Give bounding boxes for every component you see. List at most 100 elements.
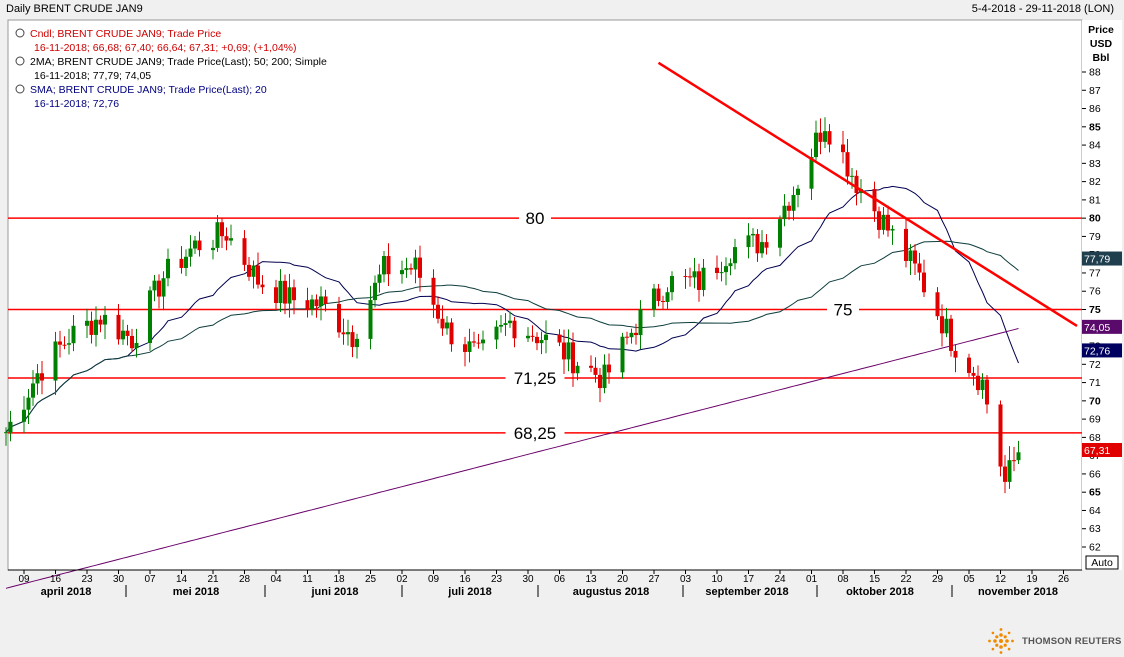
last-value-text: 74,05 (1084, 322, 1110, 334)
x-tick-label: 28 (239, 574, 251, 585)
candle-body (188, 248, 193, 257)
unit-usd: USD (1090, 38, 1113, 50)
y-tick-label: 79 (1089, 231, 1101, 243)
candle-body (166, 258, 170, 279)
candle-body (130, 335, 134, 349)
candle-body (845, 152, 850, 177)
candle-body (292, 287, 296, 301)
brent-chart[interactable]: 6263646566676869707172737475767778798081… (0, 0, 1124, 657)
candle-body (319, 296, 323, 307)
candle-body (778, 219, 782, 248)
candle-body (377, 274, 382, 283)
candle-body (724, 266, 728, 273)
candle-body (697, 271, 701, 290)
plot-area (7, 19, 1083, 571)
candle-body (904, 228, 908, 261)
x-tick-label: 04 (270, 574, 282, 585)
candle-body (503, 323, 508, 325)
month-label: mei 2018 (173, 586, 219, 598)
x-tick-label: 12 (995, 574, 1007, 585)
candle-body (134, 343, 139, 349)
x-tick-label: 15 (869, 574, 881, 585)
candle-body (841, 144, 845, 153)
candle-body (881, 214, 886, 230)
y-tick-label: 62 (1089, 542, 1101, 554)
candle-body (944, 318, 949, 334)
candle-body (782, 205, 787, 220)
x-tick-label: 21 (207, 574, 219, 585)
candle-body (949, 318, 953, 351)
candle-body (481, 339, 485, 344)
candle-body (220, 222, 224, 237)
candle-body (638, 309, 643, 336)
candle-body (508, 320, 512, 324)
candle-body (971, 372, 976, 376)
candle-body (152, 280, 157, 291)
legend-2ma-line2: 16-11-2018; 77,79; 74,05 (34, 70, 151, 82)
candle-body (148, 290, 152, 344)
unit-price: Price (1088, 24, 1114, 36)
legend-candle-line2: 16-11-2018; 66,68; 67,40; 66,64; 67,31; … (34, 42, 297, 54)
candle-body (229, 238, 233, 241)
candle-body (526, 335, 530, 339)
candle-body (449, 322, 454, 345)
candle-body (67, 343, 71, 345)
candle-body (814, 132, 818, 158)
y-tick-label: 85 (1089, 121, 1101, 133)
candle-body (913, 250, 917, 264)
candle-body (530, 335, 535, 337)
candle-body (341, 332, 346, 335)
candle-body (53, 341, 58, 381)
candle-body (278, 280, 283, 303)
candle-body (877, 211, 881, 230)
candle-body (337, 303, 341, 333)
candle-body (917, 263, 922, 273)
candle-body (908, 250, 913, 261)
candle-body (683, 276, 688, 278)
candle-body (764, 242, 769, 248)
candle-body (463, 344, 467, 352)
candle-body (656, 288, 661, 301)
candle-body (287, 287, 292, 304)
candle-body (953, 350, 958, 358)
x-tick-label: 20 (617, 574, 629, 585)
candle-body (260, 284, 265, 288)
candle-body (472, 341, 476, 343)
x-tick-label: 17 (743, 574, 755, 585)
candle-body (4, 432, 8, 434)
candle-body (400, 270, 404, 275)
candle-body (625, 336, 629, 338)
candle-body (31, 383, 35, 398)
x-tick-label: 09 (428, 574, 440, 585)
candle-body (350, 332, 355, 348)
candle-body (1016, 452, 1021, 461)
x-tick-label: 05 (963, 574, 975, 585)
brand-name: THOMSON REUTERS (1022, 635, 1122, 647)
candle-body (215, 222, 220, 248)
candle-body (818, 132, 823, 142)
candle-body (598, 374, 602, 389)
candle-body (886, 214, 890, 231)
candle-body (512, 320, 517, 339)
y-tick-label: 75 (1089, 304, 1101, 316)
month-label: november 2018 (978, 586, 1058, 598)
candle-body (368, 300, 373, 339)
candle-body (535, 336, 539, 344)
candle-body (967, 357, 971, 373)
y-tick-label: 82 (1089, 176, 1101, 188)
y-tick-label: 80 (1089, 213, 1101, 225)
legend-clock-icon (15, 84, 25, 94)
candle-body (733, 247, 737, 264)
x-tick-label: 30 (522, 574, 534, 585)
candle-body (247, 264, 251, 277)
x-tick-label: 03 (680, 574, 692, 585)
month-label: augustus 2018 (573, 586, 649, 598)
candle-body (557, 334, 562, 343)
candle-body (980, 379, 985, 391)
candle-body (476, 342, 481, 344)
y-tick-label: 72 (1089, 359, 1101, 371)
y-tick-label: 84 (1089, 140, 1101, 152)
candle-body (274, 287, 278, 303)
x-tick-label: 16 (459, 574, 471, 585)
candle-body (791, 194, 796, 211)
